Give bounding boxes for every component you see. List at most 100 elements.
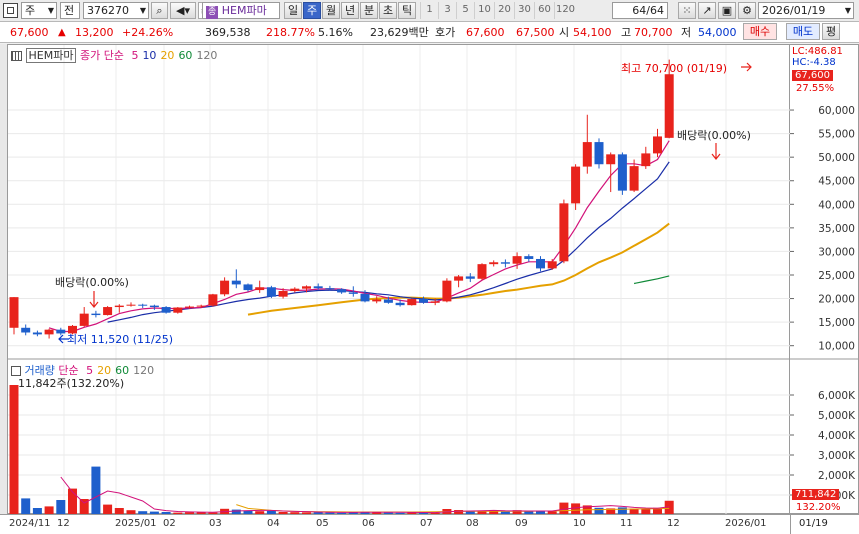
interval-button[interactable]: 20 (494, 2, 514, 19)
grid-button[interactable]: ⁙ (678, 2, 696, 19)
date-label: 09 (515, 518, 528, 529)
high-annotation: 최고 70,700 (01/19) (621, 62, 728, 75)
period-tab[interactable]: 년 (341, 2, 359, 19)
period-tab[interactable]: 틱 (398, 2, 416, 19)
open-label: 시 (559, 26, 570, 39)
interval-button[interactable]: 30 (514, 2, 534, 19)
open-price: 54,100 (573, 26, 612, 39)
vma-legend-item[interactable]: 120 (133, 364, 154, 377)
high-arrow-icon (741, 62, 752, 72)
axis-tick-label: 25,000 (818, 270, 855, 282)
chevron-down-icon: ▼ (844, 6, 851, 15)
price-legend: HEM파마 종가 단순 5 10 20 60 120 (11, 47, 217, 63)
candle-body (571, 166, 581, 204)
search-button[interactable]: ⌕ (151, 2, 168, 19)
speaker-icon: ◀︎▾ (176, 4, 190, 17)
date-value: 2026/01/19 (762, 4, 826, 17)
candle-body (161, 307, 171, 313)
period-tab[interactable]: 초 (379, 2, 397, 19)
stock-name-box[interactable]: 종 HEM파마 (202, 2, 280, 19)
dividend-annotation-2: 배당락(0.00%) (677, 129, 751, 142)
volume-bar (21, 498, 31, 515)
period-tab[interactable]: 주 (303, 2, 321, 19)
interval-button[interactable]: 120 (554, 2, 576, 19)
eval-button[interactable]: 평 (822, 23, 840, 40)
date-label: 06 (362, 518, 375, 529)
candle-body (196, 305, 206, 307)
chart-type-button[interactable]: ↗ (698, 2, 716, 19)
candle-body (454, 276, 464, 281)
candle-body (465, 276, 475, 279)
candle-body (21, 327, 31, 333)
date-label: 12 (667, 518, 680, 529)
all-label: 전 (64, 4, 75, 17)
candle-body (617, 154, 627, 191)
candle-body (348, 292, 358, 294)
candle-body (442, 280, 452, 302)
ma20-line (247, 222, 670, 316)
interval-button[interactable]: 1 (420, 2, 438, 19)
interval-button[interactable]: 10 (474, 2, 494, 19)
ma-legend-item[interactable]: 120 (196, 49, 217, 62)
candle-body (255, 287, 265, 291)
buy-button[interactable]: 매수 (743, 23, 777, 40)
candle-body (32, 332, 42, 335)
speaker-button[interactable]: ◀︎▾ (170, 2, 196, 19)
candle-body (524, 256, 534, 259)
interval-button[interactable]: 60 (534, 2, 554, 19)
candle-body (149, 305, 159, 308)
candle-body (337, 289, 347, 293)
axis-tick-label: 5,000K (818, 410, 856, 422)
period-tab[interactable]: 월 (322, 2, 340, 19)
high-label: 고 (621, 26, 632, 39)
candle-body (91, 313, 101, 316)
date-input[interactable]: 2026/01/19 ▼ (758, 2, 854, 19)
candle-body (489, 262, 499, 265)
chart-area[interactable]: HEM파마 종가 단순 5 10 20 60 120 거래량 단순 5 20 60 120 1… (7, 44, 791, 515)
axis-tick-label: 15,000 (818, 317, 855, 329)
ma-legend-item[interactable]: 60 (178, 49, 192, 62)
candle-body (278, 291, 288, 297)
market-select[interactable]: 주 ▼ (21, 2, 57, 19)
period-tab[interactable]: 분 (360, 2, 378, 19)
save-button[interactable]: ▣ (718, 2, 736, 19)
date-label: 03 (209, 518, 222, 529)
sell-button[interactable]: 매도 (786, 23, 820, 40)
candle-body (664, 74, 674, 138)
candle-body (9, 297, 19, 328)
date-axis: 2024/11 12 2025/01 02 03 04 05 06 07 08 09 10 11 12 20… (0, 514, 859, 534)
hc-label: HC:-4.38 (792, 57, 836, 68)
code-value: 376270 (87, 4, 129, 17)
period-tab[interactable]: 일 (284, 2, 302, 19)
axis-tick-label: 45,000 (818, 176, 855, 188)
dividend-annotation-1: 배당락(0.00%) (55, 276, 129, 289)
layout-icon[interactable] (3, 3, 18, 18)
ma-legend-item[interactable]: 5 (131, 49, 138, 62)
candle-body (290, 288, 300, 292)
date-label: 10 (573, 518, 586, 529)
dividend-arrow-icon (711, 143, 721, 160)
axis-tick-label: 10,000 (818, 341, 855, 353)
axis-tick-label: 3,000K (818, 450, 856, 462)
axis-tick-label: 6,000K (818, 390, 856, 402)
count-input[interactable]: 64/64 (612, 2, 668, 19)
interval-button[interactable]: 5 (456, 2, 474, 19)
legend-stock-name: HEM파마 (25, 48, 77, 63)
all-select[interactable]: 전 (60, 2, 80, 19)
candle-body (512, 256, 522, 264)
date-label: 04 (267, 518, 280, 529)
candle-body (547, 261, 557, 269)
candle-body (559, 203, 569, 262)
code-input[interactable]: 376270 ▼ (83, 2, 149, 19)
legend-type: 종가 단순 (79, 49, 124, 62)
candle-body (103, 307, 113, 316)
settings-button[interactable]: ⚙ (738, 2, 756, 19)
ma-legend-item[interactable]: 10 (142, 49, 156, 62)
interval-button[interactable]: 3 (438, 2, 456, 19)
ma-legend-item[interactable]: 20 (160, 49, 174, 62)
date-label: 08 (466, 518, 479, 529)
change-value: 13,200 (75, 26, 114, 39)
left-strip (0, 44, 7, 514)
chevron-down-icon: ▼ (47, 6, 54, 15)
candle-body (114, 305, 124, 308)
